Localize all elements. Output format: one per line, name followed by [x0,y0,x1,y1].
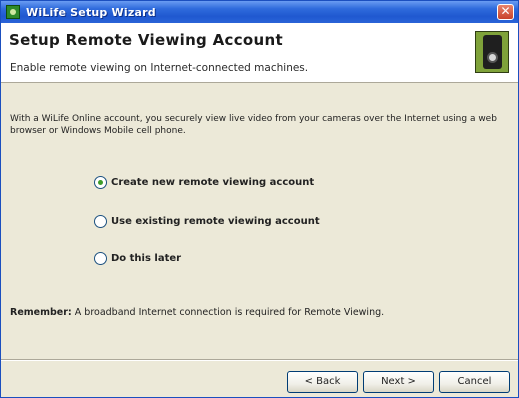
back-button[interactable]: < Back [287,371,358,393]
intro-text: With a WiLife Online account, you secure… [10,114,497,136]
app-icon [6,5,20,19]
title-bar[interactable]: WiLife Setup Wizard ✕ [1,1,518,23]
next-button[interactable]: Next > [363,371,434,393]
reminder-label: Remember: [10,307,72,318]
page-subtitle: Enable remote viewing on Internet-connec… [10,62,309,74]
option-use-existing[interactable]: Use existing remote viewing account [94,215,320,228]
radio-do-later[interactable] [94,252,107,265]
option-use-existing-label[interactable]: Use existing remote viewing account [111,216,320,227]
option-create-new[interactable]: Create new remote viewing account [94,176,314,189]
page-title: Setup Remote Viewing Account [9,31,283,49]
camera-icon [475,31,509,73]
radio-create-new[interactable] [94,176,107,189]
wizard-header: Setup Remote Viewing Account Enable remo… [1,23,518,83]
option-create-new-label[interactable]: Create new remote viewing account [111,177,314,188]
footer-separator [1,359,518,361]
option-do-later[interactable]: Do this later [94,252,181,265]
close-button[interactable]: ✕ [497,4,514,20]
reminder-text: A broadband Internet connection is requi… [74,307,385,318]
reminder-note: Remember: A broadband Internet connectio… [10,307,384,318]
setup-wizard-window: WiLife Setup Wizard ✕ Setup Remote Viewi… [0,0,519,398]
option-do-later-label[interactable]: Do this later [111,253,181,264]
radio-use-existing[interactable] [94,215,107,228]
camera-lens [487,52,498,63]
camera-body [483,35,502,69]
window-title: WiLife Setup Wizard [26,5,156,19]
cancel-button[interactable]: Cancel [439,371,510,393]
